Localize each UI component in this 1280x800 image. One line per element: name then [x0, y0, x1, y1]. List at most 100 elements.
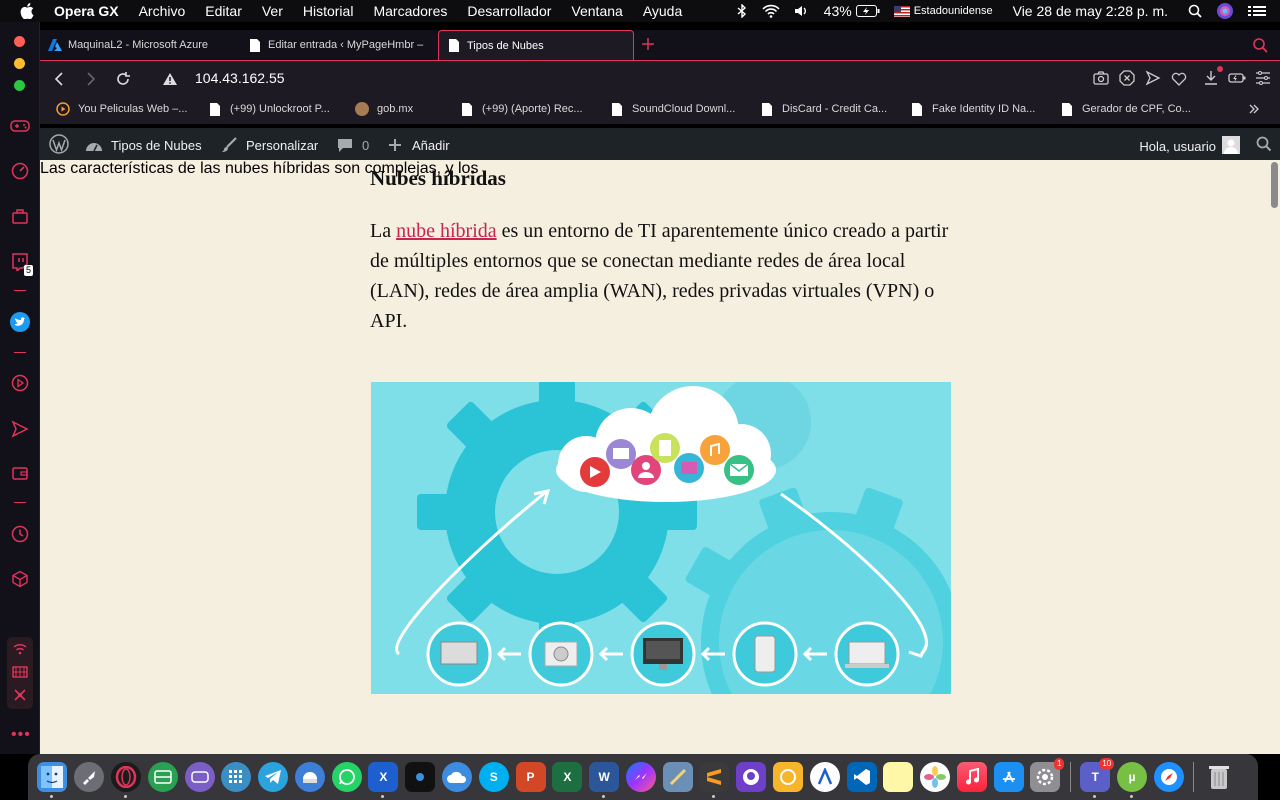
dock-terminal-icon[interactable]	[405, 762, 436, 792]
datetime[interactable]: Vie 28 de may 2:28 p. m.	[1013, 3, 1168, 19]
bookmark-item[interactable]: (+99) Unlockroot P...	[208, 102, 330, 116]
menu-ayuda[interactable]: Ayuda	[643, 3, 682, 19]
dock-arc-icon[interactable]	[809, 762, 840, 792]
minimize-window-button[interactable]	[14, 58, 25, 69]
dock-powerpoint-icon[interactable]: P	[515, 762, 546, 792]
volume-icon[interactable]	[794, 4, 810, 18]
keyboard-layout[interactable]: Estadounidense	[914, 5, 993, 17]
tab-search-icon[interactable]	[1252, 37, 1268, 58]
dock-storage-icon[interactable]	[184, 762, 215, 792]
easy-setup-icon[interactable]	[1254, 69, 1272, 87]
url-field[interactable]: 104.43.162.55	[195, 70, 285, 86]
dock-preview-icon[interactable]	[662, 762, 693, 792]
maximize-window-button[interactable]	[14, 80, 25, 91]
twitter-icon[interactable]	[8, 310, 32, 334]
battery-icon[interactable]	[855, 5, 880, 17]
gamepad-icon[interactable]	[8, 114, 32, 138]
dock-xcode-icon[interactable]: X	[368, 762, 399, 798]
dock-excel-icon[interactable]: X	[552, 762, 583, 792]
spotlight-search-icon[interactable]	[1188, 4, 1202, 18]
menu-desarrollador[interactable]: Desarrollador	[467, 3, 551, 19]
wp-customize[interactable]: Personalizar	[220, 136, 318, 154]
new-tab-plus-icon[interactable]	[640, 36, 656, 57]
menu-ver[interactable]: Ver	[262, 3, 283, 19]
siri-icon[interactable]	[1216, 2, 1234, 20]
wordpress-logo-icon[interactable]	[49, 134, 69, 154]
close-window-button[interactable]	[14, 36, 25, 47]
back-chevron-icon[interactable]	[50, 70, 68, 88]
bookmark-item[interactable]: SoundCloud Downl...	[610, 102, 735, 116]
camera-snapshot-icon[interactable]	[1092, 69, 1110, 87]
dock-messenger-icon[interactable]	[625, 762, 656, 792]
menu-marcadores[interactable]: Marcadores	[373, 3, 447, 19]
tab-editar-entrada[interactable]: Editar entrada ‹ MyPageHmbr –	[240, 30, 436, 60]
nube-hibrida-link[interactable]: nube híbrida	[396, 220, 497, 242]
player-icon[interactable]	[8, 371, 32, 395]
dock-stickies-icon[interactable]	[883, 762, 914, 792]
tab-tipos-de-nubes[interactable]: Tipos de Nubes	[438, 30, 634, 60]
speedometer-icon[interactable]	[8, 159, 32, 183]
dock-launchpad-icon[interactable]	[74, 762, 105, 792]
network-limiter-icon[interactable]	[12, 642, 28, 661]
wp-site-name[interactable]: Tipos de Nubes	[85, 136, 202, 154]
dock-utorrent-icon[interactable]: µ	[1117, 762, 1148, 798]
send-icon[interactable]	[8, 417, 32, 441]
dock-teams-icon[interactable]: T 10	[1080, 758, 1115, 798]
heart-bookmark-icon[interactable]	[1170, 69, 1188, 87]
dock-system-preferences-icon[interactable]: 1	[1030, 758, 1065, 792]
bag-icon[interactable]	[8, 204, 32, 228]
menu-archivo[interactable]: Archivo	[139, 3, 186, 19]
adblock-icon[interactable]	[1118, 69, 1136, 87]
bluetooth-icon[interactable]	[736, 4, 748, 18]
more-icon[interactable]: •••	[11, 726, 31, 744]
menu-app-name[interactable]: Opera GX	[54, 3, 119, 19]
menu-historial[interactable]: Historial	[303, 3, 354, 19]
dock-word-icon[interactable]: W	[589, 762, 620, 798]
bookmarks-overflow-icon[interactable]	[1248, 103, 1260, 118]
dock-skype-icon[interactable]: S	[478, 762, 509, 792]
cube-extensions-icon[interactable]	[8, 567, 32, 591]
flow-send-icon[interactable]	[1144, 69, 1162, 87]
menu-ventana[interactable]: Ventana	[571, 3, 622, 19]
dock-opera-gx-icon[interactable]	[110, 762, 141, 798]
wp-add-new[interactable]: Añadir	[386, 136, 450, 154]
reload-icon[interactable]	[114, 70, 132, 88]
dock-vscode-icon[interactable]	[846, 762, 877, 792]
dock-calculator-grid-icon[interactable]	[221, 762, 252, 792]
forward-chevron-icon[interactable]	[82, 70, 100, 88]
cpu-limiter-icon[interactable]	[12, 688, 28, 707]
wp-search-icon[interactable]	[1256, 136, 1272, 152]
dock-safari-icon[interactable]	[1153, 762, 1184, 792]
dock-coin-icon[interactable]	[773, 762, 804, 792]
dock-photos-icon[interactable]	[920, 762, 951, 792]
dock-trash-icon[interactable]	[1204, 762, 1234, 792]
dock-music-icon[interactable]	[956, 762, 987, 792]
wp-comments[interactable]: 0	[336, 136, 369, 154]
download-icon[interactable]	[1202, 66, 1223, 87]
dock-finder-icon[interactable]	[37, 762, 68, 798]
bookmark-item[interactable]: Gerador de CPF, Co...	[1060, 102, 1191, 116]
dock-sublime-icon[interactable]	[699, 762, 730, 798]
dock-app-store-icon[interactable]	[993, 762, 1024, 792]
page-scrollbar[interactable]	[1271, 162, 1278, 208]
dock-github-icon[interactable]	[736, 762, 767, 792]
dock-whatsapp-icon[interactable]	[331, 762, 362, 792]
dock-telegram-icon[interactable]	[258, 762, 289, 792]
menu-editar[interactable]: Editar	[205, 3, 242, 19]
history-clock-icon[interactable]	[8, 522, 32, 546]
bookmark-item[interactable]: gob.mx	[355, 102, 413, 116]
bookmark-item[interactable]: You Peliculas Web –...	[56, 102, 187, 116]
bookmark-item[interactable]: Fake Identity ID Na...	[910, 102, 1035, 116]
wifi-icon[interactable]	[762, 4, 780, 18]
battery-saver-icon[interactable]	[1228, 69, 1246, 87]
dock-disk-utility-icon[interactable]	[294, 762, 325, 792]
wp-my-account[interactable]: Hola, usuario	[1139, 136, 1240, 157]
tab-azure[interactable]: MaquinaL2 - Microsoft Azure	[40, 30, 238, 60]
bookmark-item[interactable]: (+99) (Aporte) Rec...	[460, 102, 583, 116]
dock-cloud-icon[interactable]	[441, 762, 472, 792]
bookmark-item[interactable]: DisCard - Credit Ca...	[760, 102, 887, 116]
dock-sheets-icon[interactable]	[147, 762, 178, 792]
wallet-icon[interactable]	[8, 461, 32, 485]
apple-icon[interactable]	[18, 2, 36, 20]
control-center-icon[interactable]	[1248, 5, 1266, 17]
